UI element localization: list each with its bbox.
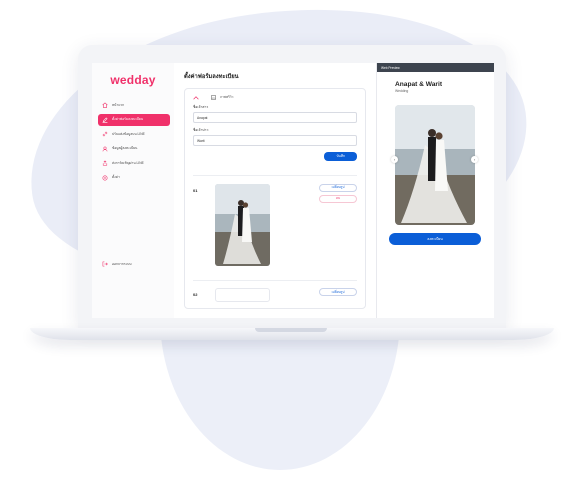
sidebar-item-settings[interactable]: ตั้งค่า (98, 172, 170, 184)
sidebar-item-label: ส่งการ์ดเชิญผ่าน LINE (112, 160, 144, 165)
edit-icon (102, 117, 108, 123)
sidebar-item-registration-form[interactable]: ตั้งค่าฟอร์มลงทะเบียน (98, 113, 170, 126)
logout-button[interactable]: ออกจากระบบ (102, 261, 131, 267)
change-photo-button[interactable]: เปลี่ยนรูป (319, 288, 357, 296)
laptop-notch (255, 328, 327, 332)
groom-name-input[interactable]: Anapat (193, 112, 357, 123)
empty-photo-slot[interactable] (215, 288, 270, 302)
logout-label: ออกจากระบบ (112, 261, 132, 266)
bride-name-input[interactable]: Warit (193, 135, 357, 146)
photo-row-1: 01 เปลี่ยนรูป ลบ (193, 183, 357, 266)
sidebar-item-label: ตั้งค่าฟอร์มลงทะเบียน (112, 117, 144, 122)
sidebar-item-label: หน้าแรก (112, 102, 125, 107)
sidebar-item-send-invite[interactable]: ส่งการ์ดเชิญผ่าน LINE (98, 157, 170, 169)
save-row: บันทึก (193, 152, 357, 161)
change-photo-button[interactable]: เปลี่ยนรูป (319, 183, 357, 192)
preview-header: Web Preview (377, 63, 494, 72)
save-button[interactable]: บันทึก (324, 152, 357, 161)
divider (193, 175, 357, 176)
card-header[interactable]: ภาพพรีวิว (193, 95, 357, 100)
carousel-next-button[interactable]: › (471, 156, 478, 163)
wedding-photo-thumbnail (215, 183, 270, 266)
delete-photo-button[interactable]: ลบ (319, 194, 357, 203)
image-icon (211, 95, 216, 100)
share-icon (102, 160, 108, 166)
event-type: Wedding (395, 89, 409, 93)
web-preview-panel: Web Preview Anapat & Warit Wedding ‹ › ล… (376, 63, 494, 318)
sidebar-item-registrants[interactable]: ข้อมูลผู้ลงทะเบียน (98, 143, 170, 155)
photo-number: 01 (193, 187, 198, 193)
gear-icon (102, 175, 108, 181)
sidebar: wedday หน้าแรก ตั้งค่าฟอร์มลงทะเบียน ปรั… (92, 63, 174, 318)
sidebar-item-label: ข้อมูลผู้ลงทะเบียน (112, 146, 138, 151)
logout-icon (102, 261, 108, 267)
photo-1-actions: เปลี่ยนรูป ลบ (319, 183, 357, 203)
preview-photo-image (395, 105, 475, 225)
carousel-prev-button[interactable]: ‹ (391, 156, 398, 163)
home-icon (102, 102, 108, 108)
main-content: ตั้งค่าฟอร์มลงทะเบียน ภาพพรีวิว ชื่อเจ้า… (174, 63, 376, 318)
photo-2-actions: เปลี่ยนรูป (319, 288, 357, 296)
groom-name-label: ชื่อเจ้าสาว (193, 105, 209, 109)
preview-photo (395, 105, 475, 225)
brand-logo[interactable]: wedday (92, 73, 174, 87)
photo-number: 02 (193, 292, 198, 297)
photo-row-2: 02 เปลี่ยนรูป (193, 288, 357, 302)
page-title: ตั้งค่าฟอร์มลงทะเบียน (184, 74, 239, 80)
sidebar-item-label: ตั้งค่า (112, 175, 120, 180)
form-card: ภาพพรีวิว ชื่อเจ้าสาว Anapat ชื่อเจ้าบ่า… (184, 88, 366, 309)
wedding-photo-image (215, 183, 270, 266)
sidebar-item-line-customize[interactable]: ปรับแต่งข้อมูลบน LINE (98, 128, 170, 140)
card-section-label: ภาพพรีวิว (220, 95, 234, 99)
divider (193, 279, 357, 280)
chevron-up-icon[interactable] (193, 95, 199, 100)
register-button[interactable]: ลงทะเบียน (389, 233, 481, 245)
bride-name-label: ชื่อเจ้าบ่าว (193, 128, 209, 132)
sidebar-item-label: ปรับแต่งข้อมูลบน LINE (112, 131, 145, 136)
couple-names: Anapat & Warit (395, 81, 443, 88)
users-icon (102, 146, 108, 152)
laptop-screen: wedday หน้าแรก ตั้งค่าฟอร์มลงทะเบียน ปรั… (92, 63, 494, 318)
sidebar-item-home[interactable]: หน้าแรก (98, 99, 170, 111)
link-icon (102, 131, 108, 137)
